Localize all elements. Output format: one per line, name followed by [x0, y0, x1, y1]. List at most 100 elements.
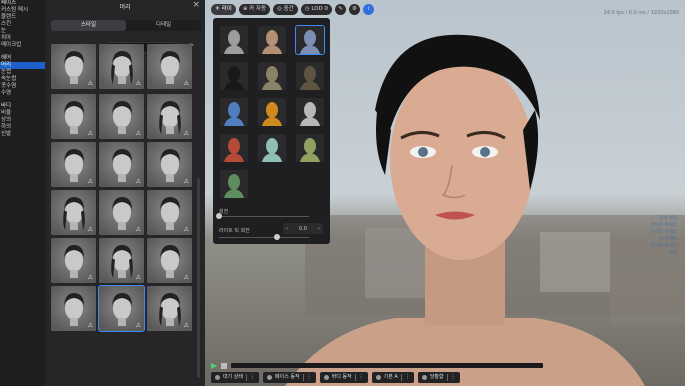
right-list-item[interactable]: 릭 카메라 — [651, 236, 677, 243]
tab-detail[interactable]: 디테일 — [126, 20, 201, 31]
hair-style-tile[interactable]: ⚠ — [51, 44, 96, 89]
toolbar-camera-button[interactable]: ⊕ 카 자동 — [238, 4, 271, 15]
timeline-track[interactable] — [231, 363, 543, 368]
hair-style-tile[interactable]: ⚠ — [99, 94, 144, 139]
right-list-item[interactable]: 라이트 카메라 — [651, 222, 677, 229]
light-rotation-stepper[interactable]: ‹ 0.0 › — [283, 223, 323, 234]
chevron-left-icon[interactable]: ‹ — [286, 226, 288, 232]
pose-control[interactable]: 기본 A ⋮ — [371, 372, 414, 383]
category-item: 페이스 — [1, 0, 17, 6]
panel-title: 머리 — [119, 4, 131, 11]
category-item[interactable]: 비율 — [0, 110, 45, 117]
category-item[interactable]: 하의 — [0, 124, 45, 131]
tab-style[interactable]: 스타일 — [51, 20, 126, 31]
warning-icon: ⚠ — [135, 322, 141, 329]
lighting-preset-tile[interactable] — [296, 62, 324, 90]
emotion-control[interactable]: 당황함 ⋮ — [417, 372, 460, 383]
category-item[interactable]: 스킨 — [0, 21, 45, 28]
hair-style-tile[interactable]: ⚠ — [99, 190, 144, 235]
lighting-preset-tile[interactable] — [220, 170, 248, 198]
hair-style-tile[interactable]: ⚠ — [51, 142, 96, 187]
category-item[interactable]: 상의 — [0, 117, 45, 124]
hair-style-tile[interactable]: ⚠ — [147, 94, 192, 139]
pencil-icon[interactable]: ✎ — [335, 4, 347, 15]
divider — [446, 374, 448, 381]
hair-style-tile[interactable]: ⚠ — [147, 44, 192, 89]
lighting-preset-tile[interactable] — [296, 134, 324, 162]
category-item[interactable]: 머리 — [0, 62, 45, 69]
hair-style-tile[interactable]: ⚠ — [99, 44, 144, 89]
lighting-preset-tile[interactable] — [220, 62, 248, 90]
warning-icon: ⚠ — [87, 130, 93, 137]
hair-style-tile[interactable]: ⚠ — [99, 238, 144, 283]
hair-style-tile[interactable]: ⚠ — [147, 142, 192, 187]
scrollbar[interactable] — [197, 178, 200, 378]
body-control[interactable]: 바디 동작 ⋮ — [319, 372, 368, 383]
right-list-item[interactable]: 라이트 카메라 — [651, 243, 677, 250]
warning-icon: ⚠ — [183, 130, 189, 137]
more-icon[interactable]: ⋮ — [307, 372, 312, 383]
hair-panel: 머리 × 스타일 디테일 색상 ↶ ⚠⚠⚠⚠⚠⚠⚠⚠⚠⚠⚠⚠⚠⚠⚠⚠⚠⚠ — [45, 0, 205, 386]
right-list-item[interactable]: 조명 설정 — [651, 215, 677, 222]
category-item: 헤어 — [1, 55, 12, 61]
light-rotation-value: 0.0 — [299, 225, 307, 232]
category-item[interactable]: 눈썹 — [0, 69, 45, 76]
more-icon[interactable]: ⋮ — [405, 372, 410, 383]
settings-icon[interactable]: ⚙ — [349, 4, 361, 15]
warning-icon: ⚠ — [87, 226, 93, 233]
viewport-toolbar: ☀ 라이 ⊕ 카 자동 ◎ 중간 ◷ LOD 0 ✎ ⚙ i — [211, 4, 375, 16]
right-overlay-list: 조명 설정 라이트 카메라 라이트 카메라 릭 카메라 라이트 카메라 배경 — [651, 215, 677, 257]
hair-style-tile[interactable]: ⚠ — [147, 286, 192, 331]
warning-icon: ⚠ — [135, 130, 141, 137]
lighting-preset-tile[interactable] — [220, 134, 248, 162]
warning-icon: ⚠ — [183, 322, 189, 329]
hair-style-tile[interactable]: ⚠ — [51, 286, 96, 331]
lighting-preset-tile[interactable] — [258, 98, 286, 126]
idle-control[interactable]: 대기 상태 ⋮ — [211, 372, 259, 383]
face-control[interactable]: 페이스 동작 ⋮ — [263, 372, 316, 383]
toolbar-light-button[interactable]: ☀ 라이 — [211, 4, 236, 15]
lighting-preset-tile[interactable] — [220, 26, 248, 54]
warning-icon: ⚠ — [183, 178, 189, 185]
control-label: 당황함 — [429, 374, 444, 380]
rotation-slider-handle[interactable] — [216, 213, 222, 219]
play-icon[interactable]: ▶ — [211, 361, 217, 370]
hair-style-tile[interactable]: ⚠ — [51, 238, 96, 283]
hair-style-tile[interactable]: ⚠ — [99, 142, 144, 187]
control-label: 대기 상태 — [223, 374, 243, 380]
lighting-preset-tile[interactable] — [296, 98, 324, 126]
category-item[interactable]: 커스텀 메시 — [0, 7, 45, 14]
category-item[interactable]: 눈 — [0, 28, 45, 35]
right-list-item[interactable]: 라이트 카메라 — [651, 229, 677, 236]
category-item[interactable]: 메이크업 — [0, 42, 45, 49]
category-item[interactable]: 콧수염 — [0, 83, 45, 90]
hair-style-tile[interactable]: ⚠ — [51, 190, 96, 235]
info-icon[interactable]: i — [363, 4, 375, 15]
toolbar-lod-button[interactable]: ◷ LOD 0 — [300, 4, 333, 15]
light-rotation-slider-handle[interactable] — [274, 234, 280, 240]
hair-style-tile[interactable]: ⚠ — [51, 94, 96, 139]
emotion-icon — [421, 375, 427, 380]
lighting-preset-tile[interactable] — [258, 134, 286, 162]
right-list-item[interactable]: 배경 — [651, 250, 677, 257]
more-icon[interactable]: ⋮ — [451, 372, 456, 383]
close-icon[interactable]: × — [192, 0, 200, 10]
stop-icon[interactable] — [221, 362, 228, 369]
animation-controls: 대기 상태 ⋮ 페이스 동작 ⋮ 바디 동작 ⋮ 기본 A ⋮ 당황함 ⋮ — [211, 372, 460, 383]
chevron-right-icon[interactable]: › — [318, 226, 320, 232]
more-icon[interactable]: ⋮ — [250, 372, 255, 383]
hair-style-tile[interactable]: ⚠ — [147, 238, 192, 283]
more-icon[interactable]: ⋮ — [359, 372, 364, 383]
hair-style-tile[interactable]: ⚠ — [98, 285, 145, 332]
category-item[interactable]: 치아 — [0, 35, 45, 42]
hair-style-tile[interactable]: ⚠ — [147, 190, 192, 235]
category-item[interactable]: 수염 — [0, 90, 45, 97]
lighting-preset-tile[interactable] — [258, 26, 286, 54]
category-item[interactable]: 신발 — [0, 131, 45, 138]
category-item[interactable]: 속눈썹 — [0, 76, 45, 83]
lighting-preset-tile[interactable] — [220, 98, 248, 126]
category-item[interactable]: 블렌드 — [0, 14, 45, 21]
toolbar-view-button[interactable]: ◎ 중간 — [273, 4, 298, 15]
lighting-preset-tile[interactable] — [258, 62, 286, 90]
lighting-preset-tile[interactable] — [295, 25, 325, 55]
